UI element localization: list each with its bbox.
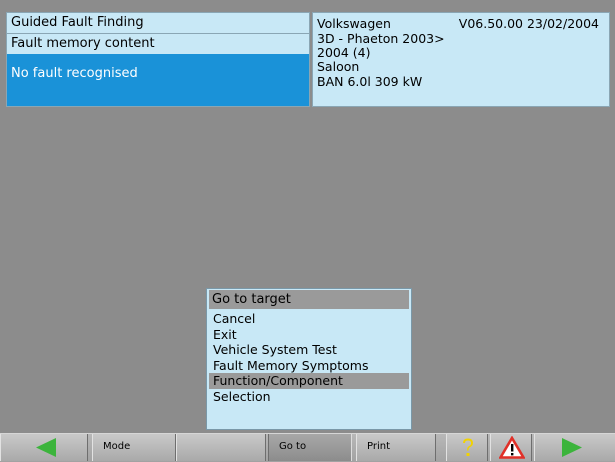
menu-item-function-component[interactable]: Function/Component xyxy=(209,373,409,389)
empty-toolbar-slot xyxy=(176,434,266,461)
back-button[interactable] xyxy=(0,434,88,461)
go-to-target-menu: Go to target Cancel Exit Vehicle System … xyxy=(206,288,412,430)
forward-button[interactable] xyxy=(534,434,615,461)
print-label: Print xyxy=(367,441,391,452)
menu-item-vehicle-system-test[interactable]: Vehicle System Test xyxy=(209,342,409,358)
menu-title: Go to target xyxy=(209,290,409,309)
go-to-label: Go to xyxy=(279,441,307,452)
fault-status: No fault recognised xyxy=(7,54,309,106)
warning-button[interactable] xyxy=(490,434,532,461)
warning-exclamation-dot xyxy=(511,453,514,456)
bottom-toolbar: Mode Go to Print xyxy=(0,433,615,462)
question-mark-dot xyxy=(466,453,470,456)
help-button[interactable] xyxy=(446,434,488,461)
go-to-button[interactable]: Go to xyxy=(268,434,352,461)
vehicle-info-panel: Volkswagen V06.50.00 23/02/2004 3D - Pha… xyxy=(312,12,610,107)
menu-list: Cancel Exit Vehicle System Test Fault Me… xyxy=(207,311,411,404)
question-mark-shape xyxy=(463,438,473,451)
left-arrow-shape xyxy=(36,438,56,457)
vehicle-body: Saloon xyxy=(317,59,360,74)
left-arrow-icon xyxy=(36,438,56,457)
menu-item-exit[interactable]: Exit xyxy=(209,327,409,343)
vehicle-make: Volkswagen xyxy=(317,16,391,31)
function-title: Guided Fault Finding xyxy=(7,13,309,34)
right-arrow-shape xyxy=(562,438,582,457)
function-panel: Guided Fault Finding Fault memory conten… xyxy=(6,12,310,107)
menu-item-cancel[interactable]: Cancel xyxy=(209,311,409,327)
vehicle-engine: BAN 6.0l 309 kW xyxy=(317,74,423,89)
vehicle-header: Volkswagen V06.50.00 23/02/2004 xyxy=(317,16,609,32)
menu-item-fault-memory-symptoms[interactable]: Fault Memory Symptoms xyxy=(209,358,409,374)
software-version: V06.50.00 23/02/2004 xyxy=(458,16,599,31)
vehicle-model: 3D - Phaeton 2003> xyxy=(317,31,445,46)
print-button[interactable]: Print xyxy=(356,434,436,461)
question-mark-icon xyxy=(463,438,473,456)
menu-item-selection[interactable]: Selection xyxy=(209,389,409,405)
vehicle-year: 2004 (4) xyxy=(317,45,371,60)
function-subtitle: Fault memory content xyxy=(7,34,309,55)
mode-label: Mode xyxy=(103,441,131,452)
warning-triangle-icon xyxy=(499,436,525,459)
warning-exclamation-bar xyxy=(511,444,514,452)
mode-button[interactable]: Mode xyxy=(92,434,176,461)
right-arrow-icon xyxy=(562,438,582,457)
